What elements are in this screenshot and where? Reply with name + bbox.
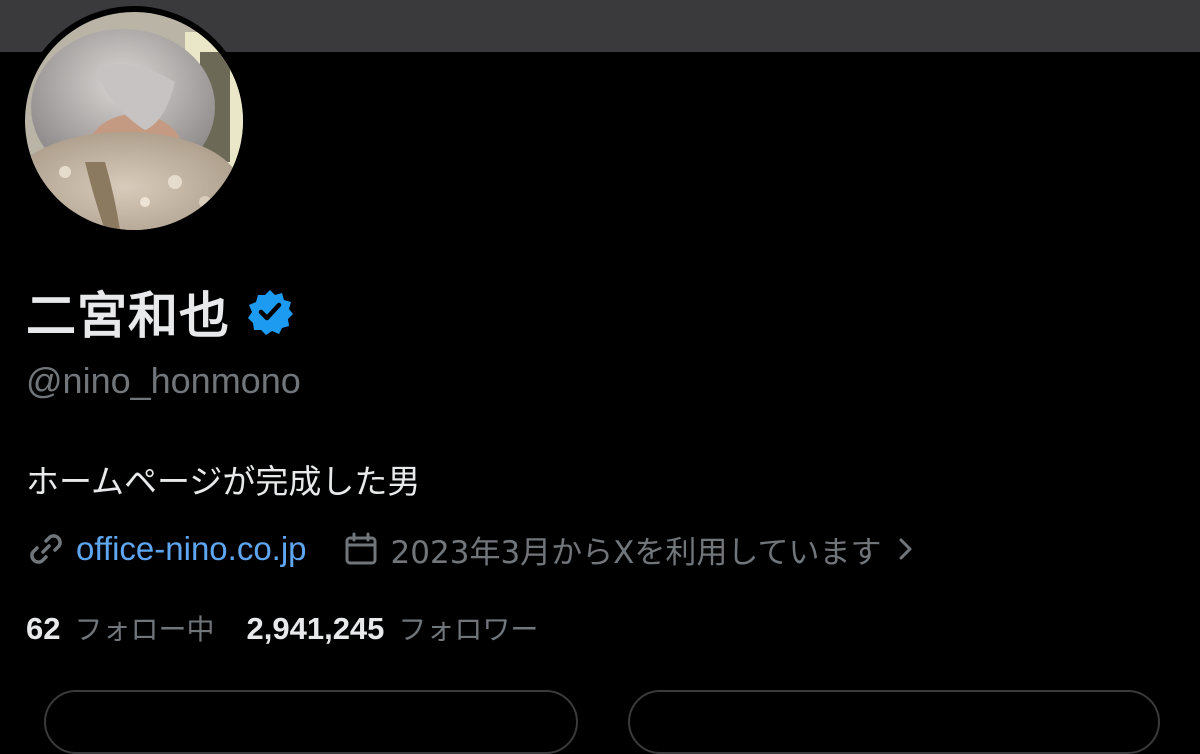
chevron-right-icon xyxy=(899,538,912,560)
verified-badge-icon[interactable] xyxy=(246,288,294,336)
following-label: フォロー中 xyxy=(74,613,215,646)
name-row: 二宮和也 xyxy=(26,280,294,345)
display-name: 二宮和也 xyxy=(26,287,230,345)
profile-handle: @nino_honmono xyxy=(26,360,301,401)
followers-label: フォロワー xyxy=(398,613,539,646)
website-text[interactable]: office-nino.co.jp xyxy=(76,530,307,568)
action-button-left[interactable] xyxy=(44,690,578,754)
followers-count: 2,941,245 xyxy=(246,611,385,646)
profile-meta: office-nino.co.jp 2023年3月からXを利用しています xyxy=(26,524,919,574)
joined-text: 2023年3月からXを利用しています xyxy=(390,534,882,571)
website-link[interactable]: office-nino.co.jp xyxy=(26,529,307,569)
calendar-icon xyxy=(345,532,377,565)
avatar-frame xyxy=(19,6,249,236)
avatar[interactable] xyxy=(25,12,243,230)
followers-stat[interactable]: 2,941,245 フォロワー xyxy=(247,608,539,648)
profile-bio: ホームページが完成した男 xyxy=(26,462,421,501)
link-icon xyxy=(30,534,62,564)
follow-stats: 62 フォロー中 2,941,245 フォロワー xyxy=(26,606,570,650)
following-stat[interactable]: 62 フォロー中 xyxy=(26,608,215,648)
following-count: 62 xyxy=(26,611,61,646)
action-button-right[interactable] xyxy=(628,690,1160,754)
joined-date[interactable]: 2023年3月からXを利用しています xyxy=(341,527,920,572)
